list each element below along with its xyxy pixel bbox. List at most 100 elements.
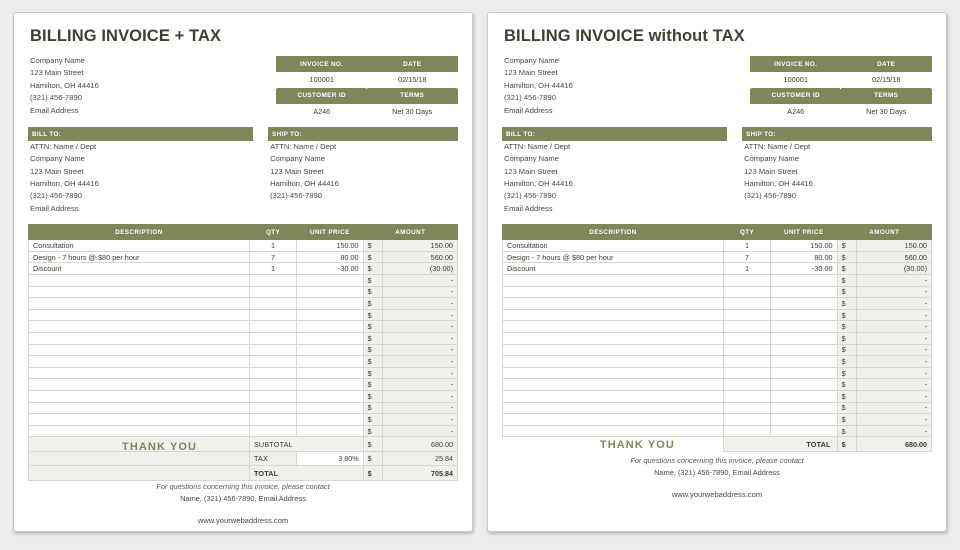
item-qty[interactable] <box>722 378 772 391</box>
item-description[interactable] <box>502 355 724 368</box>
terms-value[interactable]: Net 30 Days <box>366 103 458 120</box>
item-unit-price[interactable] <box>296 332 364 345</box>
item-unit-price[interactable] <box>770 285 838 299</box>
table-row-empty[interactable]: $ - <box>502 413 933 426</box>
table-row-empty[interactable]: $ - <box>502 424 933 438</box>
item-description[interactable]: Discount <box>502 262 724 275</box>
table-row-empty[interactable]: $ - <box>28 378 459 391</box>
item-qty[interactable]: 1 <box>248 262 298 275</box>
item-description[interactable] <box>28 366 250 380</box>
table-row-empty[interactable]: $ - <box>502 378 933 391</box>
item-unit-price[interactable] <box>770 343 838 357</box>
table-row-empty[interactable]: $ - <box>502 320 933 333</box>
item-unit-price[interactable] <box>296 320 364 333</box>
item-unit-price[interactable]: 80.00 <box>770 250 838 264</box>
item-unit-price[interactable]: 150.00 <box>296 239 364 252</box>
date-value[interactable]: 02/15/18 <box>840 71 932 88</box>
table-row[interactable]: Consultation 1 150.00 $150.00 <box>28 239 459 252</box>
item-unit-price[interactable]: 80.00 <box>296 250 364 264</box>
item-description[interactable]: Consultation <box>28 239 250 252</box>
item-unit-price[interactable] <box>770 297 838 310</box>
item-unit-price[interactable] <box>296 343 364 357</box>
item-description[interactable] <box>28 355 250 368</box>
item-description[interactable] <box>502 332 724 345</box>
item-qty[interactable] <box>248 401 298 415</box>
item-unit-price[interactable] <box>770 424 838 438</box>
item-unit-price[interactable] <box>770 308 838 322</box>
item-description[interactable] <box>28 332 250 345</box>
table-row[interactable]: Design - 7 hours @ $80 per hour 7 80.00 $56… <box>502 250 933 264</box>
item-description[interactable] <box>502 366 724 380</box>
item-unit-price[interactable] <box>296 413 364 426</box>
item-qty[interactable] <box>722 332 772 345</box>
item-qty[interactable]: 7 <box>248 250 298 264</box>
item-qty[interactable] <box>248 413 298 426</box>
item-unit-price[interactable] <box>296 297 364 310</box>
table-row-empty[interactable]: $ - <box>502 355 933 368</box>
item-qty[interactable]: 1 <box>722 262 772 275</box>
table-row-empty[interactable]: $ - <box>28 343 459 357</box>
item-description[interactable] <box>28 343 250 357</box>
item-description[interactable] <box>28 320 250 333</box>
tax-rate-input[interactable]: 3.80% <box>296 450 364 467</box>
table-row-empty[interactable]: $ - <box>502 332 933 345</box>
footer-web-address[interactable]: www.yourwebaddress.com <box>502 490 932 499</box>
table-row-empty[interactable]: $ - <box>502 401 933 415</box>
invoice-card-without-tax[interactable]: BILLING INVOICE without TAX Company Name… <box>487 12 947 532</box>
item-unit-price[interactable] <box>296 274 364 287</box>
item-unit-price[interactable] <box>770 274 838 287</box>
item-qty[interactable]: 1 <box>248 239 298 252</box>
item-qty[interactable] <box>722 343 772 357</box>
customer-id-value[interactable]: A246 <box>749 103 842 120</box>
item-unit-price[interactable] <box>770 332 838 345</box>
item-description[interactable] <box>502 285 724 299</box>
item-qty[interactable] <box>722 389 772 403</box>
item-unit-price[interactable]: -30.00 <box>296 262 364 275</box>
item-qty[interactable] <box>248 297 298 310</box>
item-qty[interactable] <box>248 308 298 322</box>
table-row-empty[interactable]: $ - <box>502 274 933 287</box>
table-row-empty[interactable]: $ - <box>28 332 459 345</box>
item-qty[interactable] <box>248 389 298 403</box>
item-qty[interactable] <box>248 320 298 333</box>
item-qty[interactable] <box>248 332 298 345</box>
table-row-empty[interactable]: $ - <box>28 401 459 415</box>
item-unit-price[interactable] <box>770 355 838 368</box>
item-description[interactable] <box>502 343 724 357</box>
invoice-card-with-tax[interactable]: BILLING INVOICE + TAX Company Name 123 M… <box>13 12 473 532</box>
item-qty[interactable] <box>248 355 298 368</box>
item-description[interactable] <box>502 297 724 310</box>
item-description[interactable] <box>28 378 250 391</box>
table-row-empty[interactable]: $ - <box>28 424 459 438</box>
table-row-empty[interactable]: $ - <box>502 343 933 357</box>
item-qty[interactable] <box>722 285 772 299</box>
item-description[interactable] <box>502 308 724 322</box>
item-description[interactable] <box>502 320 724 333</box>
item-description[interactable] <box>502 424 724 438</box>
table-row-empty[interactable]: $ - <box>502 308 933 322</box>
item-description[interactable] <box>28 389 250 403</box>
item-qty[interactable] <box>248 343 298 357</box>
item-description[interactable] <box>502 413 724 426</box>
item-description[interactable] <box>28 285 250 299</box>
table-row-empty[interactable]: $ - <box>28 389 459 403</box>
item-qty[interactable] <box>722 424 772 438</box>
table-row-empty[interactable]: $ - <box>28 413 459 426</box>
invoice-no-value[interactable]: 100001 <box>275 71 368 88</box>
customer-id-value[interactable]: A246 <box>275 103 368 120</box>
invoice-no-value[interactable]: 100001 <box>749 71 842 88</box>
table-row-empty[interactable]: $ - <box>28 285 459 299</box>
item-description[interactable] <box>28 297 250 310</box>
item-unit-price[interactable]: -30.00 <box>770 262 838 275</box>
item-description[interactable] <box>28 424 250 438</box>
item-qty[interactable] <box>248 274 298 287</box>
item-qty[interactable]: 7 <box>722 250 772 264</box>
table-row-empty[interactable]: $ - <box>28 297 459 310</box>
table-row-empty[interactable]: $ - <box>502 366 933 380</box>
item-unit-price[interactable]: 150.00 <box>770 239 838 252</box>
item-unit-price[interactable] <box>770 389 838 403</box>
item-unit-price[interactable] <box>770 366 838 380</box>
item-description[interactable] <box>28 274 250 287</box>
table-row[interactable]: Discount 1 -30.00 $ (30.00) <box>28 262 459 275</box>
item-unit-price[interactable] <box>770 378 838 391</box>
